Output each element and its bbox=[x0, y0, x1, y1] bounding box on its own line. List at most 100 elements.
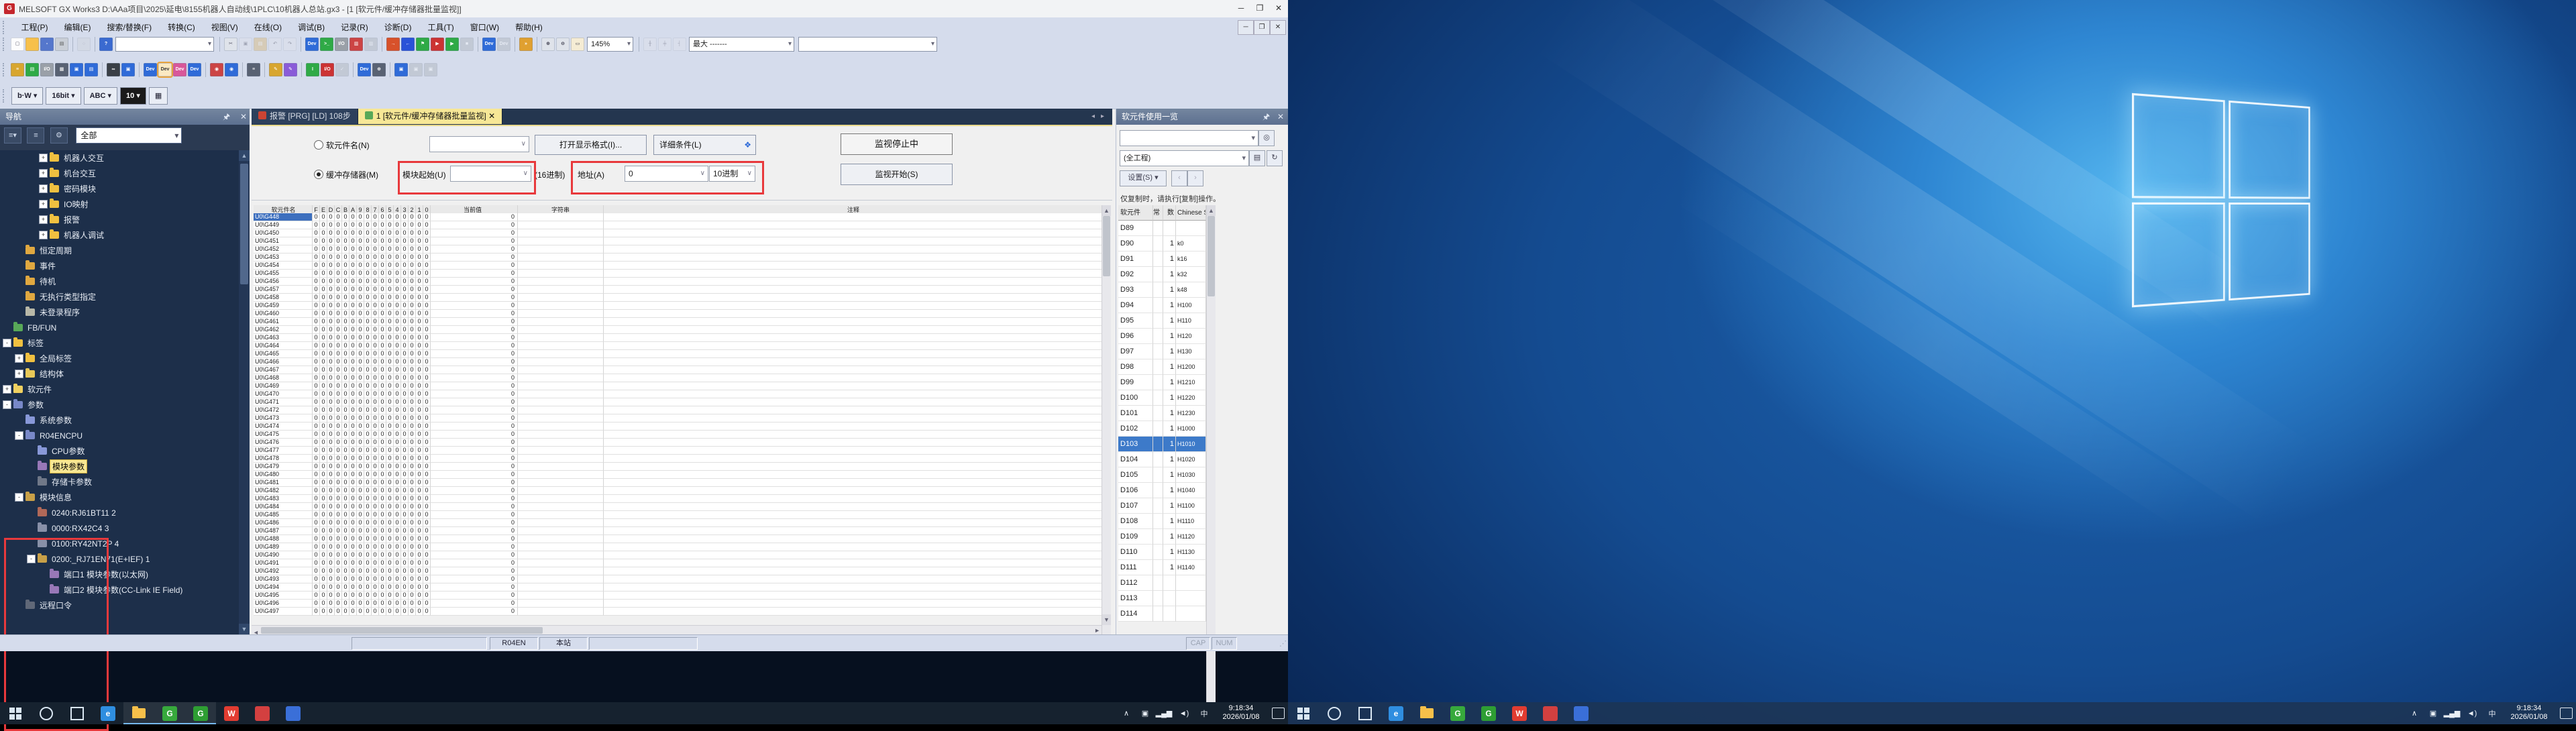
zoom-level-combo[interactable]: 145% bbox=[587, 37, 633, 52]
monitor-row[interactable]: U0\G46600000000000000000 bbox=[254, 358, 1104, 366]
expand-icon[interactable]: + bbox=[39, 200, 48, 209]
io-check-icon[interactable]: I/O bbox=[40, 63, 54, 76]
taskbar-app-file-explorer[interactable] bbox=[1411, 702, 1442, 724]
mdi-restore-button[interactable]: ❐ bbox=[1254, 20, 1270, 35]
usage-row-D103[interactable]: D1031H1010 bbox=[1118, 437, 1206, 452]
tree-collapse-icon[interactable]: ≡ bbox=[27, 127, 44, 144]
nav-tree-item-恒定周期[interactable]: 恒定周期 bbox=[0, 243, 239, 258]
monitor-row[interactable]: U0\G47100000000000000000 bbox=[254, 398, 1104, 406]
device-batch-monitor-icon[interactable]: Dev bbox=[158, 63, 172, 76]
monitor-row[interactable]: U0\G48300000000000000000 bbox=[254, 495, 1104, 503]
ime-language-indicator[interactable]: 中 bbox=[1195, 702, 1213, 724]
nav-tree-item-IO映射[interactable]: +IO映射 bbox=[0, 196, 239, 212]
monitor-row[interactable]: U0\G46100000000000000000 bbox=[254, 318, 1104, 326]
collapse-icon[interactable]: - bbox=[27, 555, 36, 563]
monitor-row[interactable]: U0\G49100000000000000000 bbox=[254, 559, 1104, 567]
tab-scroll-right-icon[interactable]: ▸ bbox=[1101, 109, 1104, 125]
expand-icon[interactable]: + bbox=[39, 184, 48, 193]
taskbar-app-wps-writer[interactable]: W bbox=[216, 702, 247, 724]
device-table-icon[interactable]: Dev bbox=[188, 63, 201, 76]
tab-inactive[interactable]: 报警 [PRG] [LD] 108步 bbox=[252, 109, 358, 124]
monitor-row[interactable]: U0\G47000000000000000000 bbox=[254, 390, 1104, 398]
tab-close-icon[interactable]: ✕ bbox=[486, 111, 495, 121]
copy-icon[interactable]: ▣ bbox=[239, 38, 252, 51]
monitor-row[interactable]: U0\G49600000000000000000 bbox=[254, 600, 1104, 608]
monitor-start-button[interactable]: 监视开始(S) bbox=[841, 164, 953, 185]
zoom-fit-icon[interactable]: ▭ bbox=[571, 38, 584, 51]
monitor-row[interactable]: U0\G45500000000000000000 bbox=[254, 270, 1104, 278]
monitor-row[interactable]: U0\G45100000000000000000 bbox=[254, 237, 1104, 245]
close-panel-icon[interactable]: ✕ bbox=[240, 109, 247, 125]
tree-display-icon[interactable]: ≡▾ bbox=[4, 127, 21, 144]
nav-tree-item-未登录程序[interactable]: 未登录程序 bbox=[0, 304, 239, 320]
monitor-row[interactable]: U0\G46900000000000000000 bbox=[254, 382, 1104, 390]
monitor-row[interactable]: U0\G48200000000000000000 bbox=[254, 487, 1104, 495]
nav-tree-item-CPU参数[interactable]: CPU参数 bbox=[0, 443, 239, 459]
comment-display-combo[interactable] bbox=[798, 37, 937, 52]
tray-overflow-icon[interactable]: ∧ bbox=[1118, 702, 1135, 724]
task-view-button[interactable] bbox=[62, 702, 93, 724]
monitor-row[interactable]: U0\G47500000000000000000 bbox=[254, 431, 1104, 439]
window-gray-2-icon[interactable]: ▣ bbox=[424, 63, 437, 76]
monitor-row[interactable]: U0\G49000000000000000000 bbox=[254, 551, 1104, 559]
module-chip-icon[interactable]: ▦ bbox=[55, 63, 68, 76]
check-gray-icon[interactable]: ✓ bbox=[335, 63, 349, 76]
cut-icon[interactable]: ✂ bbox=[224, 38, 237, 51]
taskbar-app-gx-works3[interactable]: G bbox=[1442, 702, 1473, 724]
monitor-row[interactable]: U0\G47200000000000000000 bbox=[254, 406, 1104, 414]
ascii-display-format-button[interactable]: ABC ▾ bbox=[84, 87, 117, 105]
device-name-radio[interactable] bbox=[314, 140, 323, 150]
nav-tree-item-远程口令[interactable]: 远程口令 bbox=[0, 598, 239, 613]
monitor-red-icon[interactable]: ▶ bbox=[431, 38, 444, 51]
program-list-icon[interactable]: ≡ bbox=[247, 63, 260, 76]
expand-icon[interactable]: + bbox=[39, 231, 48, 239]
taskbar-app-wps-writer[interactable]: W bbox=[1504, 702, 1535, 724]
expand-icon[interactable]: + bbox=[3, 385, 11, 394]
io-assignment-icon[interactable]: I/O bbox=[335, 38, 348, 51]
start-button[interactable] bbox=[1288, 702, 1319, 724]
print-icon[interactable]: ▤ bbox=[55, 38, 68, 51]
mdi-minimize-button[interactable]: ─ bbox=[1238, 20, 1254, 35]
new-project-icon[interactable]: ▢ bbox=[11, 38, 24, 51]
device-entry-monitor-icon[interactable]: Dev bbox=[173, 63, 186, 76]
monitor-row[interactable]: U0\G46400000000000000000 bbox=[254, 342, 1104, 350]
edit-palette-icon[interactable]: ✎ bbox=[284, 63, 297, 76]
usage-row-D112[interactable]: D112 bbox=[1118, 575, 1206, 591]
usage-row-D94[interactable]: D941H100 bbox=[1118, 298, 1206, 313]
close-button[interactable]: ✕ bbox=[1269, 0, 1288, 17]
nav-tree-item-标签[interactable]: -标签 bbox=[0, 335, 239, 351]
menu-搜索/替换[interactable]: 搜索/替换(F) bbox=[99, 17, 160, 37]
network-icon[interactable]: ▂▄▆ bbox=[2443, 702, 2461, 724]
edit-hand-icon[interactable]: ✎ bbox=[269, 63, 282, 76]
usage-row-D97[interactable]: D971H130 bbox=[1118, 344, 1206, 359]
taskbar-app-gx-works3-2[interactable]: G bbox=[1473, 702, 1504, 724]
monitor-row[interactable]: U0\G48100000000000000000 bbox=[254, 479, 1104, 487]
monitor-hscrollbar[interactable]: ◄ ► bbox=[252, 625, 1102, 635]
expand-icon[interactable]: + bbox=[39, 215, 48, 224]
tray-overflow-icon[interactable]: ∧ bbox=[2406, 702, 2423, 724]
nav-tree-item-0240:RJ61BT11 2[interactable]: 0240:RJ61BT11 2 bbox=[0, 505, 239, 520]
monitor-row[interactable]: U0\G49300000000000000000 bbox=[254, 575, 1104, 583]
monitor-row[interactable]: U0\G47900000000000000000 bbox=[254, 463, 1104, 471]
search-button[interactable] bbox=[1319, 702, 1350, 724]
usage-row-D102[interactable]: D1021H1000 bbox=[1118, 421, 1206, 437]
scroll-thumb[interactable] bbox=[240, 164, 248, 284]
maximize-button[interactable]: ❐ bbox=[1250, 0, 1269, 17]
prev-result-button[interactable]: ‹ bbox=[1171, 170, 1187, 186]
taskbar-clock[interactable]: 9:18:342026/01/08 bbox=[1216, 704, 1267, 722]
monitor-row[interactable]: U0\G46300000000000000000 bbox=[254, 334, 1104, 342]
monitor-window-icon[interactable]: ▣ bbox=[394, 63, 408, 76]
nav-tree-item-0100:RY42NT2P 4[interactable]: 0100:RY42NT2P 4 bbox=[0, 536, 239, 551]
terminal-icon[interactable]: >_ bbox=[320, 38, 333, 51]
save-project-icon[interactable]: ▫ bbox=[40, 38, 54, 51]
usage-row-D106[interactable]: D1061H1040 bbox=[1118, 483, 1206, 498]
usage-row-D95[interactable]: D951H110 bbox=[1118, 313, 1206, 329]
usage-row-D92[interactable]: D921k32 bbox=[1118, 267, 1206, 282]
jump-icon[interactable]: » bbox=[519, 38, 533, 51]
menu-在线[interactable]: 在线(O) bbox=[246, 17, 290, 37]
expand-icon[interactable]: + bbox=[39, 169, 48, 178]
stamp-icon[interactable]: ○ bbox=[77, 38, 91, 51]
usage-row-D89[interactable]: D89 bbox=[1118, 221, 1206, 236]
monitor-row[interactable]: U0\G45200000000000000000 bbox=[254, 245, 1104, 254]
detail-table-button[interactable]: ▦ bbox=[149, 87, 168, 105]
